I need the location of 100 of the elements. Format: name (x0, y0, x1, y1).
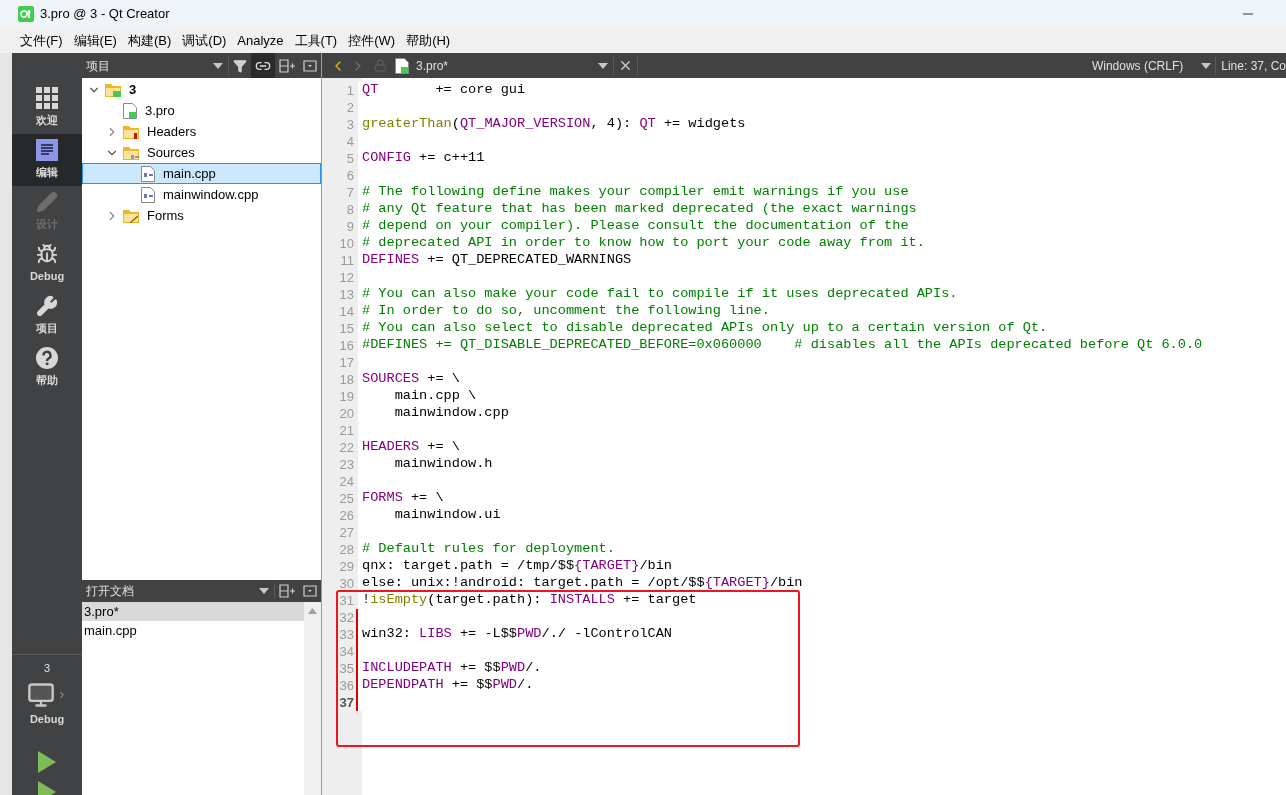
line-number: 25 (338, 489, 355, 508)
pane-title: 打开文档 (86, 583, 134, 600)
source-file-icon (141, 186, 155, 203)
line-number: 32 (338, 608, 355, 627)
app-logo-icon (18, 6, 34, 22)
line-number: 9 (345, 217, 355, 236)
caret-icon[interactable] (57, 689, 67, 700)
tree-item[interactable]: 3.pro (82, 100, 321, 121)
mode-tab[interactable]: Debug (12, 238, 82, 290)
line-number: 13 (338, 285, 355, 304)
cursor-position[interactable]: Line: 37, Co (1221, 56, 1286, 75)
code-line: # depend on your compiler). Please consult the documentation of the (362, 217, 909, 236)
code-line: win32: LIBS += -L$$PWD/./ -lControlCAN (362, 625, 673, 644)
line-number: 37 (338, 693, 355, 712)
tree-item[interactable]: Sources (82, 142, 321, 163)
monitor-icon[interactable] (27, 680, 55, 709)
line-number: 14 (338, 302, 355, 321)
help-icon (36, 347, 58, 370)
tree-item-label: Forms (147, 206, 184, 225)
debug-run-icon[interactable] (38, 781, 56, 795)
split-icon[interactable] (279, 58, 295, 73)
line-number: 16 (338, 336, 355, 355)
menu-item[interactable]: 工具(T) (294, 30, 338, 51)
filter-icon[interactable] (233, 58, 247, 73)
line-number: 24 (338, 472, 355, 491)
mode-tab[interactable]: 欢迎 (12, 82, 82, 134)
folder-icon (123, 145, 139, 160)
line-number: 19 (338, 387, 355, 406)
line-number: 36 (338, 676, 355, 695)
line-number: 5 (345, 149, 355, 168)
open-document-item[interactable]: 3.pro* (82, 602, 304, 621)
pencil-icon (36, 191, 58, 214)
open-document-item[interactable]: main.cpp (82, 621, 304, 640)
target-project-label: 3 (43, 661, 51, 676)
code-line: FORMS += \ (362, 489, 444, 508)
project-file-icon (395, 57, 409, 74)
line-number: 20 (338, 404, 355, 423)
tree-item[interactable]: mainwindow.cpp (82, 184, 321, 205)
mode-tab[interactable]: 项目 (12, 290, 82, 342)
folder-icon (123, 124, 139, 139)
tree-item[interactable]: 3 (82, 79, 321, 100)
menu-item[interactable]: 帮助(H) (406, 30, 451, 51)
line-number: 34 (338, 642, 355, 661)
menu-item[interactable]: 控件(W) (348, 30, 396, 51)
folder-icon (123, 208, 139, 223)
tree-item-label: 3.pro (145, 101, 175, 120)
tree-item-label: mainwindow.cpp (163, 185, 259, 204)
line-number: 7 (345, 183, 355, 202)
line-number: 11 (339, 251, 355, 270)
code-line: main.cpp \ (393, 387, 477, 406)
menu-item[interactable]: Analyze (237, 30, 284, 51)
close-pane-icon[interactable] (303, 59, 317, 72)
code-line: CONFIG += c++11 (362, 149, 485, 168)
line-number: 35 (338, 659, 355, 678)
line-number: 29 (338, 557, 355, 576)
line-ending-selector[interactable]: Windows (CRLF) (1091, 56, 1184, 75)
line-number: 12 (338, 268, 355, 287)
code-line: else: unix:!android: target.path = /opt/$${TARGET}/bin (362, 574, 803, 593)
line-number: 30 (338, 574, 355, 593)
line-number: 18 (338, 370, 355, 389)
line-number: 10 (338, 234, 355, 253)
scrollbar[interactable] (304, 602, 321, 795)
tree-item-label: main.cpp (163, 164, 216, 183)
project-file-icon (123, 102, 137, 119)
dropdown-caret-icon[interactable] (1201, 62, 1212, 69)
line-number: 4 (345, 132, 355, 151)
line-number: 26 (338, 506, 355, 525)
code-line: HEADERS += \ (362, 438, 460, 457)
line-number: 15 (338, 319, 355, 338)
line-number: 17 (338, 353, 355, 372)
run-icon[interactable] (38, 751, 56, 773)
split-icon[interactable] (279, 584, 295, 598)
line-number: 22 (338, 438, 355, 457)
wrench-icon (36, 295, 58, 318)
link-toggle[interactable] (251, 53, 275, 78)
mode-tab[interactable]: 编辑 (12, 134, 82, 186)
tree-item-label: 3 (129, 80, 137, 99)
dropdown-caret-icon[interactable] (213, 62, 223, 69)
code-line: # deprecated API in order to know how to port your code away from it. (362, 234, 925, 253)
menu-item[interactable]: 编辑(E) (73, 30, 117, 51)
menu-item[interactable]: 文件(F) (20, 30, 63, 51)
open-file-name[interactable]: 3.pro* (416, 56, 449, 75)
tree-item[interactable]: main.cpp (82, 163, 321, 184)
dropdown-caret-icon[interactable] (259, 588, 269, 594)
close-pane-icon[interactable] (303, 585, 317, 597)
code-line: mainwindow.h (393, 455, 493, 474)
line-number: 3 (345, 115, 355, 134)
mode-tab[interactable]: 帮助 (12, 342, 82, 394)
dropdown-caret-icon[interactable] (598, 62, 609, 69)
pane-title: 项目 (86, 57, 110, 75)
menu-item[interactable]: 构建(B) (127, 30, 172, 51)
tree-item[interactable]: Headers (82, 121, 321, 142)
menu-item[interactable]: 调试(D) (182, 30, 227, 51)
code-line: # In order to do so, uncomment the following line. (362, 302, 770, 321)
folder-icon (105, 82, 121, 97)
code-line: mainwindow.cpp (393, 404, 509, 423)
line-number: 21 (338, 421, 355, 440)
line-number: 2 (345, 98, 355, 117)
tree-item[interactable]: Forms (82, 205, 321, 226)
code-line: # Default rules for deployment. (362, 540, 615, 559)
